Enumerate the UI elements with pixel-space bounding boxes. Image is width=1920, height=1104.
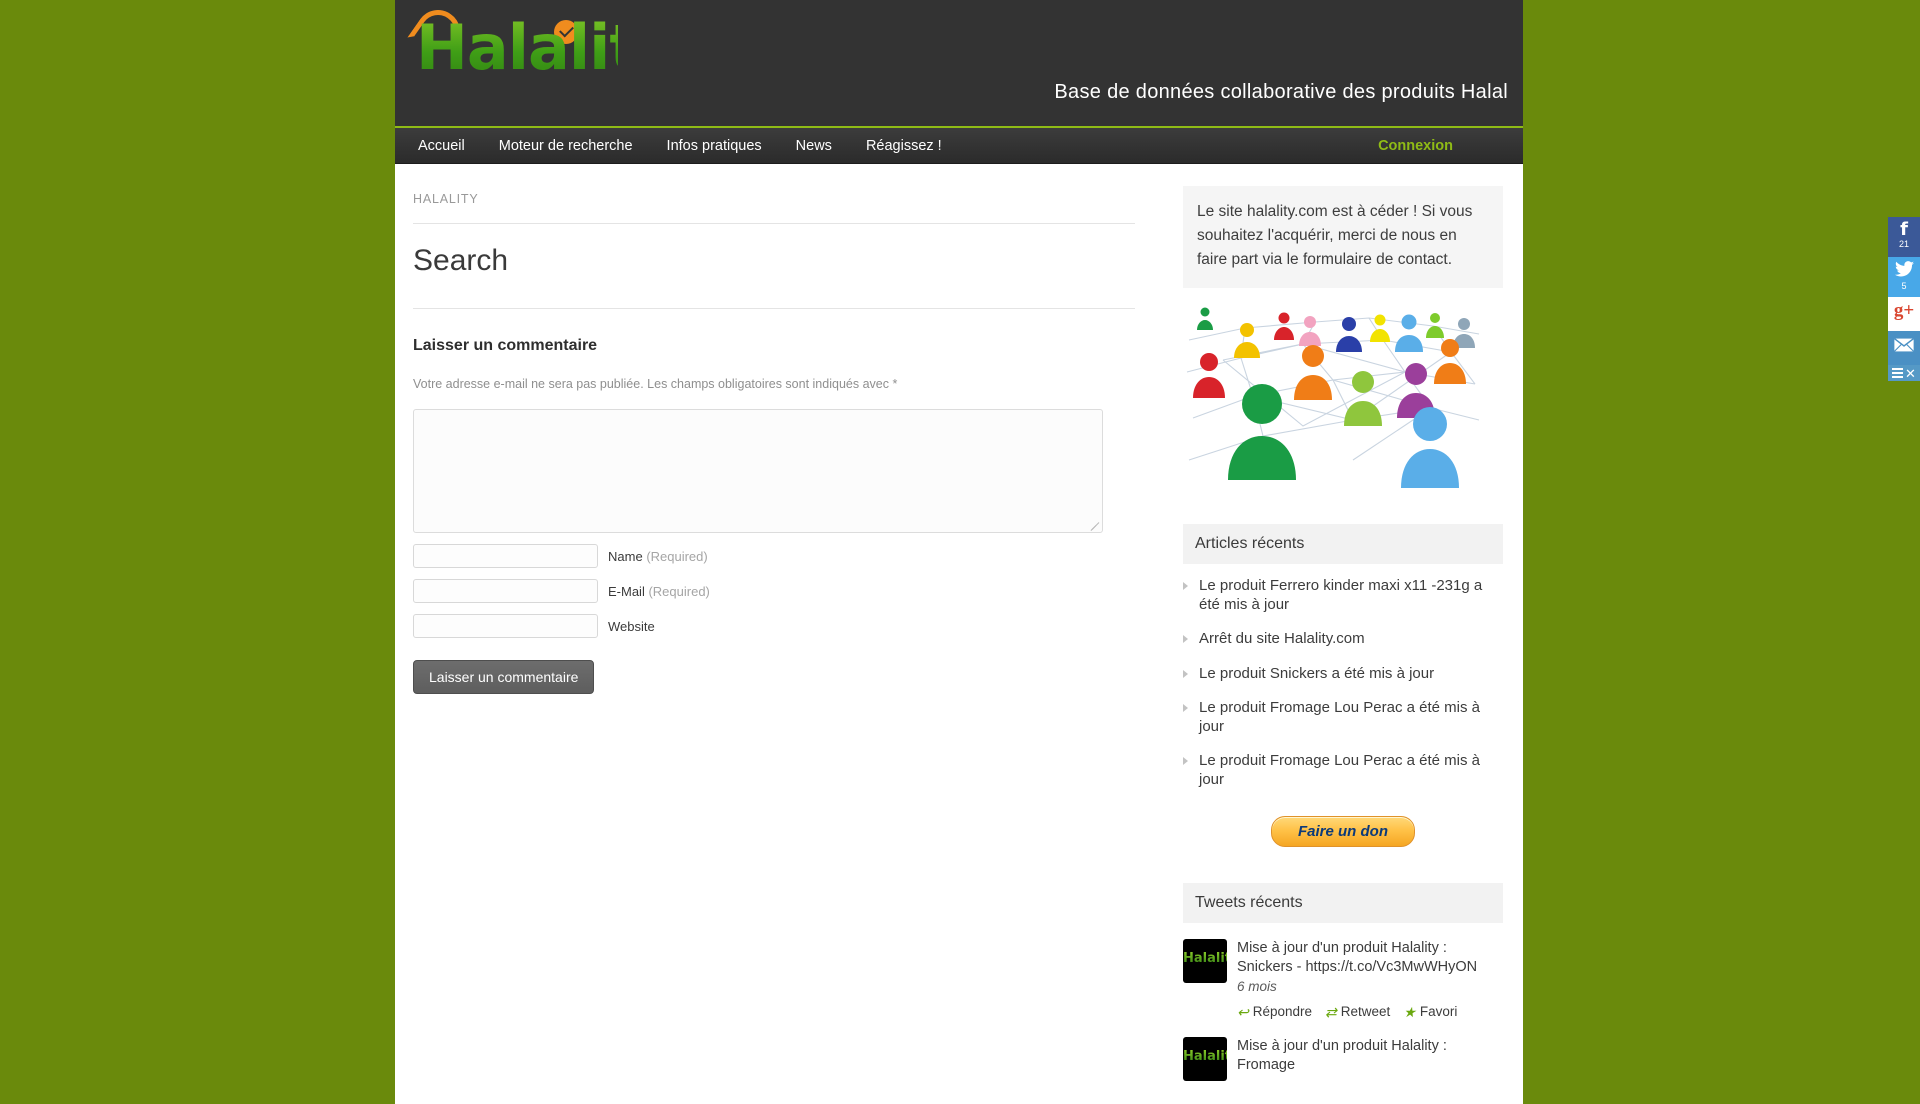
tweet-retweet-action[interactable]: ⇄ Retweet [1325, 1003, 1390, 1021]
main-column: HALALITY Search Laisser un commentaire V… [395, 164, 1165, 1104]
list-item[interactable]: Le produit Fromage Lou Perac a été mis à… [1183, 751, 1503, 789]
email-field-label: E-Mail (Required) [608, 584, 710, 599]
envelope-svg [1893, 337, 1915, 353]
main-navigation: Accueil Moteur de recherche Infos pratiq… [395, 128, 1523, 164]
googleplus-share-button[interactable]: g+ [1888, 297, 1920, 331]
email-required-text: (Required) [648, 583, 710, 599]
facebook-share-button[interactable]: f 21 [1888, 217, 1920, 257]
twitter-share-count: 5 [1901, 281, 1907, 291]
page-wrapper: Halality Base de données collaborative d… [395, 0, 1523, 1104]
submit-comment-button[interactable]: Laisser un commentaire [413, 660, 595, 694]
tweet-actions: ↩ Répondre ⇄ Retweet ★ Favori [1237, 1003, 1503, 1021]
website-field-label: Website [608, 619, 655, 634]
avatar-label: Halality [1183, 951, 1227, 966]
field-row-website: Website [413, 614, 1135, 638]
nav-item-infos-pratiques[interactable]: Infos pratiques [650, 128, 779, 164]
tweet-text[interactable]: Mise à jour d'un produit Halality : From… [1237, 1038, 1447, 1073]
field-row-email: E-Mail (Required) [413, 579, 1135, 603]
facebook-share-count: 21 [1898, 239, 1909, 249]
list-item[interactable]: Arrêt du site Halality.com [1183, 629, 1503, 648]
comment-textarea[interactable] [413, 409, 1103, 533]
logo-text: Halality [408, 6, 678, 90]
social-share-rail: f 21 5 g+ ✕ [1888, 217, 1920, 381]
sidebar-notice: Le site halality.com est à céder ! Si vo… [1183, 186, 1503, 289]
recent-tweets-title: Tweets récents [1183, 882, 1503, 923]
envelope-icon [1893, 337, 1915, 357]
name-field[interactable] [413, 544, 598, 568]
donate-section: Faire un don [1183, 815, 1503, 847]
sidebar: Le site halality.com est à céder ! Si vo… [1165, 164, 1523, 1104]
tweet-item: Halality Mise à jour d'un produit Halali… [1183, 938, 1503, 1022]
name-field-label: Name (Required) [608, 549, 708, 564]
donate-button[interactable]: Faire un don [1271, 815, 1415, 847]
tweet-favorite-action[interactable]: ★ Favori [1403, 1003, 1457, 1021]
network-illustration-svg [1186, 307, 1480, 489]
website-label-text: Website [608, 618, 655, 634]
recent-posts-list: Le produit Ferrero kinder maxi x11 -231g… [1183, 576, 1503, 790]
email-label-text: E-Mail [608, 583, 645, 599]
tweet-body: Mise à jour d'un produit Halality : From… [1237, 1037, 1503, 1081]
site-logo[interactable]: Halality [407, 1, 678, 90]
site-header: Halality Base de données collaborative d… [395, 0, 1523, 128]
email-field[interactable] [413, 579, 598, 603]
favorite-label: Favori [1419, 1003, 1458, 1019]
list-item[interactable]: Le produit Fromage Lou Perac a été mis à… [1183, 698, 1503, 736]
facebook-icon: f [1900, 219, 1908, 240]
reply-label: Répondre [1252, 1003, 1313, 1019]
site-tagline: Base de données collaborative des produi… [1054, 81, 1508, 103]
comment-textarea-wrapper [413, 409, 1103, 533]
field-row-name: Name (Required) [413, 544, 1135, 568]
social-rail-toggle[interactable]: ✕ [1888, 365, 1920, 381]
nav-item-accueil[interactable]: Accueil [401, 128, 482, 164]
list-item[interactable]: Le produit Ferrero kinder maxi x11 -231g… [1183, 576, 1503, 614]
list-item[interactable]: Le produit Snickers a été mis à jour [1183, 664, 1503, 683]
page-title: Search [413, 244, 1135, 309]
retweet-icon: ⇄ [1325, 1003, 1337, 1020]
googleplus-icon: g+ [1893, 300, 1915, 321]
avatar-label: Halality [1183, 1049, 1227, 1064]
tweet-body: Mise à jour d'un produit Halality : Snic… [1237, 939, 1503, 1022]
comment-form-heading: Laisser un commentaire [413, 337, 598, 354]
tweet-item: Halality Mise à jour d'un produit Halali… [1183, 1037, 1503, 1082]
twitter-bird-icon [1888, 261, 1920, 281]
tweet-text[interactable]: Mise à jour d'un produit Halality : Snic… [1237, 940, 1477, 975]
avatar: Halality [1183, 1037, 1227, 1082]
content-area: HALALITY Search Laisser un commentaire V… [395, 164, 1523, 1104]
nav-login-link[interactable]: Connexion [1378, 138, 1453, 154]
name-label-text: Name [608, 548, 643, 564]
name-required-text: (Required) [646, 548, 708, 564]
email-share-button[interactable] [1888, 331, 1920, 365]
twitter-share-button[interactable]: 5 [1888, 257, 1920, 297]
hamburger-icon [1892, 366, 1904, 380]
website-field[interactable] [413, 614, 598, 638]
network-illustration [1183, 300, 1483, 489]
nav-item-news[interactable]: News [779, 128, 849, 164]
tweet-reply-action[interactable]: ↩ Répondre [1237, 1003, 1312, 1021]
twitter-bird-svg [1894, 261, 1914, 277]
retweet-label: Retweet [1340, 1003, 1391, 1019]
comment-form-note: Votre adresse e-mail ne sera pas publiée… [413, 377, 898, 391]
breadcrumb[interactable]: HALALITY [413, 192, 1135, 224]
tweet-timestamp: 6 mois [1237, 978, 1277, 994]
nav-item-moteur-de-recherche[interactable]: Moteur de recherche [482, 128, 650, 164]
recent-posts-title: Articles récents [1183, 524, 1503, 565]
reply-arrow-icon: ↩ [1237, 1003, 1249, 1020]
avatar: Halality [1183, 938, 1227, 983]
nav-item-reagissez[interactable]: Réagissez ! [849, 128, 959, 164]
star-icon: ★ [1403, 1003, 1416, 1020]
close-icon: ✕ [1905, 365, 1916, 381]
